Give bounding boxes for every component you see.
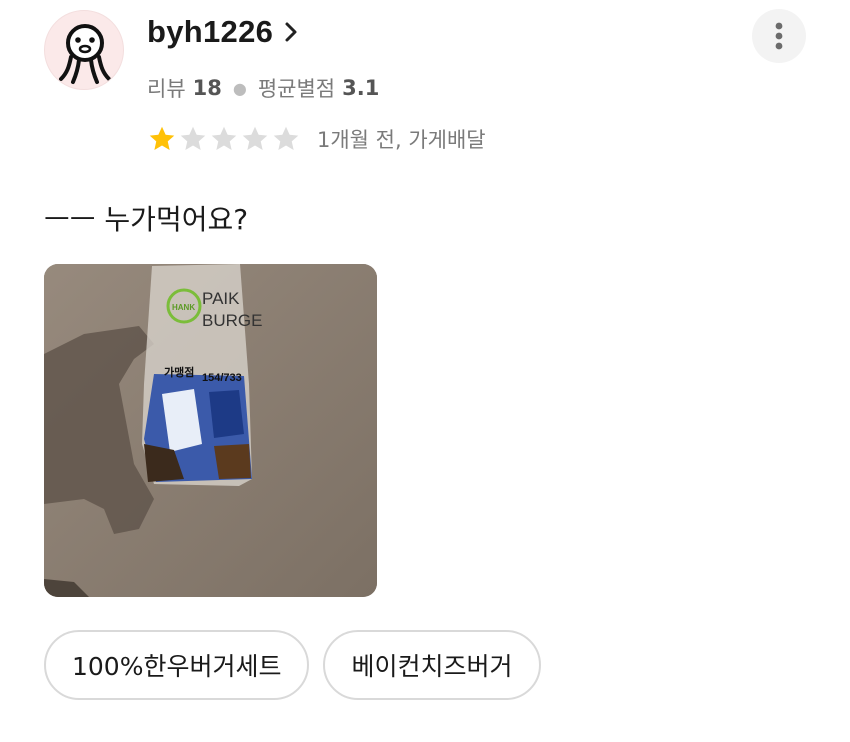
- bag-brand-line2: BURGE: [202, 311, 262, 330]
- review-count: 18: [192, 76, 222, 100]
- bag-brand-line1: PAIK: [202, 289, 240, 308]
- rating-row: 1개월 전, 가게배달: [147, 124, 486, 154]
- reviewer-profile-link[interactable]: byh1226: [147, 14, 299, 50]
- review-card: byh1226 리뷰 18 ● 평균별점 3.1 1개월 전, 가게배달 ㅡㅡ …: [0, 0, 850, 742]
- star-empty-icon: [240, 124, 270, 154]
- octopus-avatar-icon: [59, 24, 111, 84]
- review-photo[interactable]: HANK PAIK BURGE 가맹점 154/733: [44, 264, 377, 597]
- chevron-right-icon: [283, 21, 299, 43]
- star-empty-icon: [209, 124, 239, 154]
- more-options-button[interactable]: [752, 9, 806, 63]
- ordered-menu-tags: 100%한우버거세트 베이컨치즈버거: [44, 630, 541, 700]
- avatar[interactable]: [44, 10, 124, 90]
- username: byh1226: [147, 14, 274, 49]
- bag-order-label: 가맹점: [164, 365, 194, 379]
- average-rating-label: 평균별점: [257, 77, 336, 101]
- bag-logo-text: HANK: [172, 303, 195, 312]
- more-vertical-icon: [775, 22, 783, 50]
- review-text: ㅡㅡ 누가먹어요?: [44, 203, 249, 236]
- menu-tag-button[interactable]: 베이컨치즈버거: [323, 630, 541, 700]
- average-rating: 3.1: [342, 76, 380, 100]
- review-time-and-delivery: 1개월 전, 가게배달: [317, 128, 486, 152]
- menu-tag-button[interactable]: 100%한우버거세트: [44, 630, 310, 700]
- star-empty-icon: [271, 124, 301, 154]
- separator-dot: ●: [232, 78, 247, 98]
- star-filled-icon: [147, 124, 177, 154]
- star-rating: [147, 124, 301, 154]
- food-bag-photo: HANK PAIK BURGE 가맹점 154/733: [44, 264, 377, 597]
- star-empty-icon: [178, 124, 208, 154]
- bag-order-number: 154/733: [202, 372, 242, 384]
- review-count-label: 리뷰: [147, 77, 186, 101]
- reviewer-stats: 리뷰 18 ● 평균별점 3.1: [147, 73, 379, 103]
